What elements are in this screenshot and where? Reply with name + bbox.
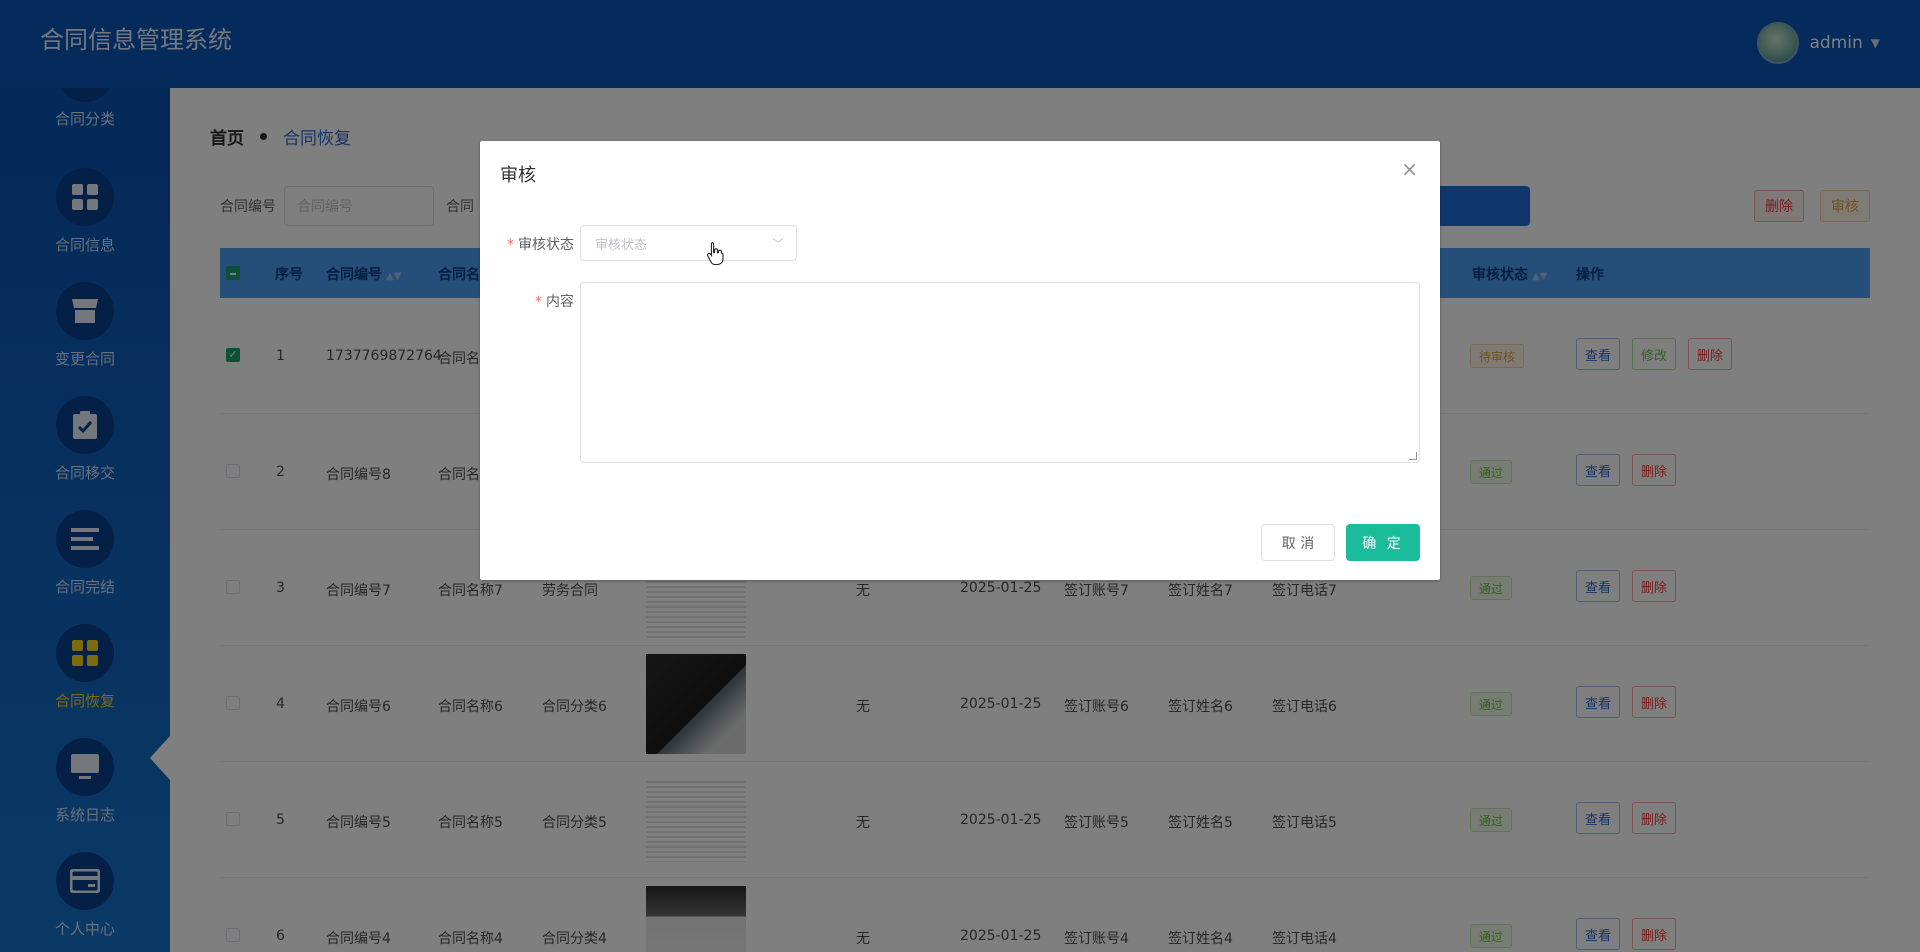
select-placeholder: 审核状态 <box>595 237 648 253</box>
form-label-content: * 内容 <box>535 294 574 310</box>
form-label-text: 审核状态 <box>518 237 574 253</box>
audit-status-select[interactable]: 审核状态 ﹀ <box>580 225 797 261</box>
form-label-status: * 审核状态 <box>507 237 574 253</box>
confirm-button[interactable]: 确 定 <box>1346 524 1420 561</box>
close-icon[interactable]: × <box>1401 157 1418 181</box>
hand-cursor-icon <box>706 241 724 269</box>
dialog-title: 审核 <box>500 165 536 186</box>
cancel-button[interactable]: 取 消 <box>1261 524 1335 561</box>
form-label-text: 内容 <box>546 294 574 310</box>
resize-handle-icon[interactable] <box>1409 452 1417 460</box>
audit-dialog: 审核 × * 审核状态 审核状态 ﹀ * 内容 取 消 确 定 <box>480 141 1440 580</box>
chevron-down-icon[interactable]: ﹀ <box>772 235 784 252</box>
content-textarea[interactable] <box>580 282 1420 463</box>
